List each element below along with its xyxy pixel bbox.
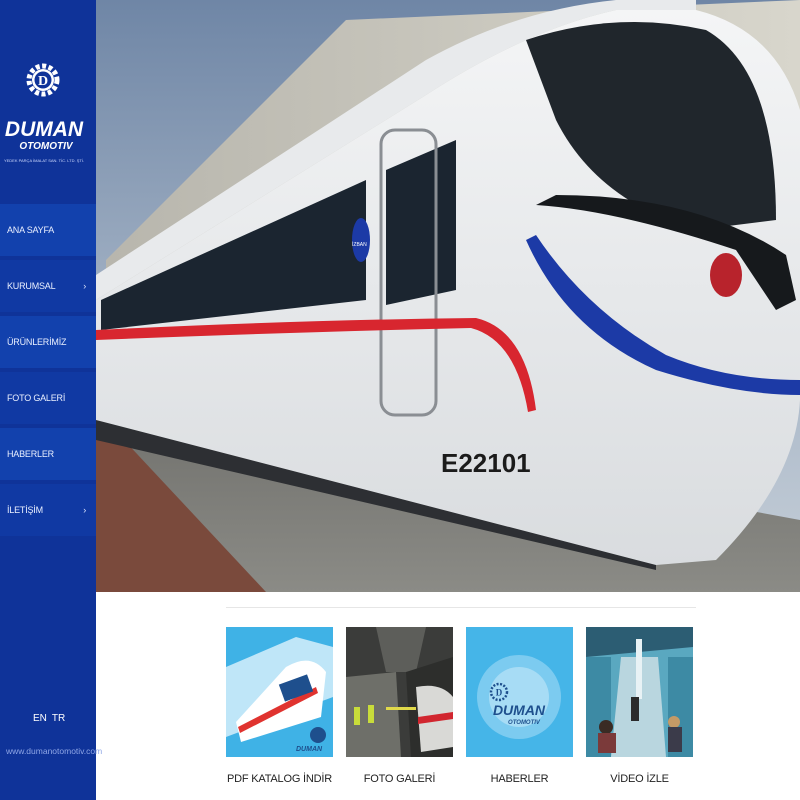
nav-item-foto-galeri[interactable]: FOTO GALERİ — [0, 372, 96, 424]
svg-text:D: D — [496, 688, 503, 698]
chevron-right-icon: › — [83, 281, 86, 291]
nav-item-haberler[interactable]: HABERLER — [0, 428, 96, 480]
catalog-thumbnail-icon: DUMAN — [226, 627, 333, 757]
video-tile[interactable] — [586, 627, 693, 757]
hero-train-image: E22101 İZBAN — [96, 0, 800, 592]
website-url: www.dumanotomotiv.com — [6, 746, 103, 756]
nav-item-iletisim[interactable]: İLETİŞİM › — [0, 484, 96, 536]
nav-item-urunlerimiz[interactable]: ÜRÜNLERİMİZ — [0, 316, 96, 368]
logo-tagline: YEDEK PARÇA İMALAT SAN. TİC. LTD. ŞTİ. — [4, 158, 84, 163]
svg-text:OTOMOTIV: OTOMOTIV — [508, 720, 541, 726]
logo-emblem-icon: D DUMAN OTOMOTIV YEDEK PARÇA İMALAT SAN.… — [4, 63, 84, 163]
nav-item-label: İLETİŞİM — [7, 505, 43, 515]
photo-gallery-tile-label[interactable]: FOTO GALERİ — [346, 773, 453, 785]
news-tile[interactable]: D DUMAN OTOMOTIV — [466, 627, 573, 757]
catalog-tile[interactable]: DUMAN — [226, 627, 333, 757]
logo-wordmark: DUMAN — [5, 118, 84, 141]
divider — [226, 607, 696, 608]
chevron-right-icon: › — [83, 505, 86, 515]
catalog-tile-label[interactable]: PDF KATALOG İNDİR — [226, 773, 333, 785]
train-number: E22101 — [441, 448, 531, 478]
hero-slider[interactable]: E22101 İZBAN — [96, 0, 800, 592]
lang-tr-link[interactable]: TR — [52, 713, 65, 724]
news-thumbnail-icon: D DUMAN OTOMOTIV — [466, 627, 573, 757]
photo-gallery-thumbnail-icon — [346, 627, 453, 757]
video-tile-label[interactable]: VİDEO İZLE — [586, 773, 693, 785]
news-tile-label[interactable]: HABERLER — [466, 773, 573, 785]
svg-text:DUMAN: DUMAN — [296, 746, 323, 753]
language-switcher: EN TR — [33, 713, 70, 724]
photo-gallery-tile[interactable] — [346, 627, 453, 757]
nav-item-ana-sayfa[interactable]: ANA SAYFA — [0, 204, 96, 256]
svg-text:D: D — [38, 74, 48, 89]
nav-item-label: KURUMSAL — [7, 281, 56, 291]
sidebar: D DUMAN OTOMOTIV YEDEK PARÇA İMALAT SAN.… — [0, 0, 102, 800]
logo-subtitle: OTOMOTIV — [19, 141, 73, 152]
svg-text:DUMAN: DUMAN — [493, 702, 546, 718]
video-thumbnail-icon — [586, 627, 693, 757]
train-logo-text: İZBAN — [352, 241, 367, 248]
lang-en-link[interactable]: EN — [33, 713, 47, 724]
nav-item-label: FOTO GALERİ — [7, 393, 66, 403]
main-nav: ANA SAYFA KURUMSAL › ÜRÜNLERİMİZ FOTO GAL… — [0, 204, 96, 540]
company-logo[interactable]: D DUMAN OTOMOTIV YEDEK PARÇA İMALAT SAN.… — [0, 0, 96, 200]
nav-item-label: ANA SAYFA — [7, 225, 55, 235]
nav-item-kurumsal[interactable]: KURUMSAL › — [0, 260, 96, 312]
nav-item-label: HABERLER — [7, 449, 54, 459]
nav-item-label: ÜRÜNLERİMİZ — [7, 337, 67, 347]
